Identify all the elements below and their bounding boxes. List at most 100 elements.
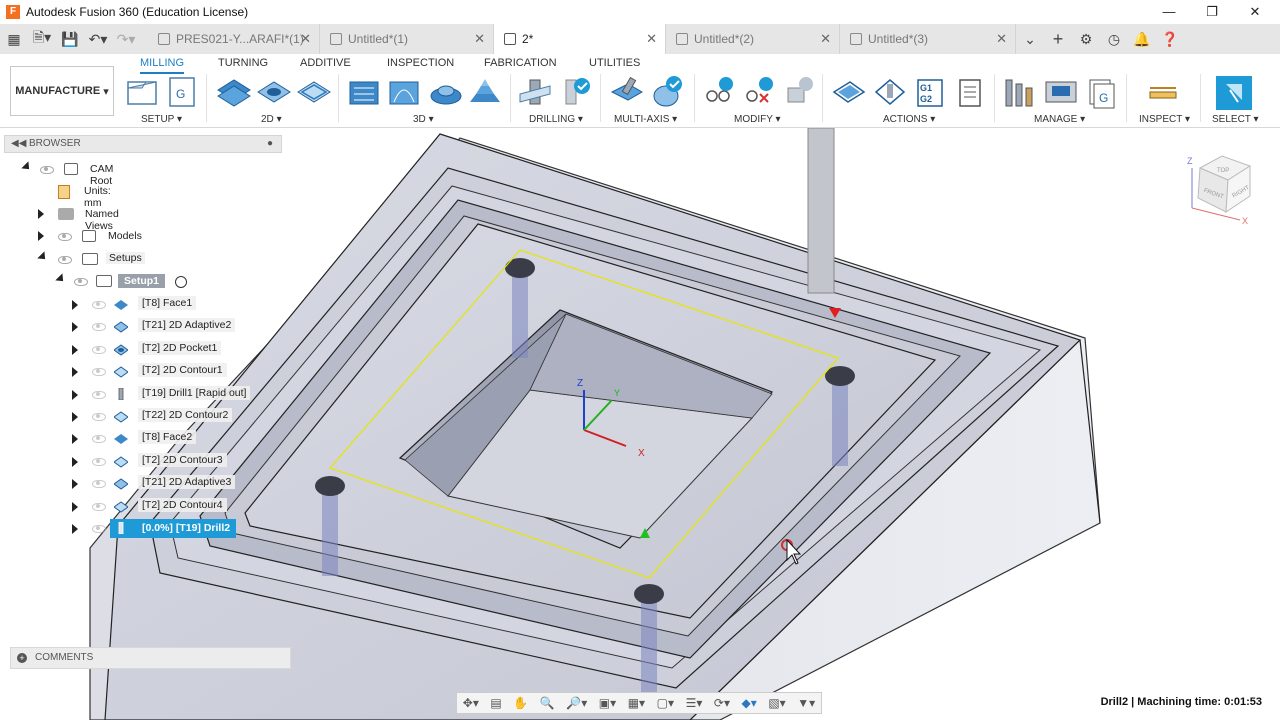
expand-arrow-icon[interactable] xyxy=(38,231,44,241)
group-inspect-dropdown[interactable]: INSPECT ▾ xyxy=(1139,114,1190,125)
expand-arrow-icon[interactable] xyxy=(72,412,78,422)
new-tab-icon[interactable]: + xyxy=(1044,24,1072,54)
drill-icon[interactable] xyxy=(519,79,551,105)
viewports-icon[interactable]: ▢▾ xyxy=(657,696,674,710)
tab-turning[interactable]: TURNING xyxy=(218,57,268,69)
notifications-icon[interactable]: 🔔 xyxy=(1128,24,1156,54)
stock-display-icon[interactable]: ◆▾ xyxy=(742,696,757,710)
visibility-eye-icon[interactable] xyxy=(92,346,106,354)
setup-folder-icon[interactable] xyxy=(127,81,157,105)
expand-arrow-icon[interactable] xyxy=(72,300,78,310)
machine-display-icon[interactable]: ▧▾ xyxy=(768,696,785,710)
toolpath-display-icon[interactable]: ☰▾ xyxy=(686,696,703,710)
2d-contour-icon[interactable] xyxy=(297,81,331,103)
close-tab-icon[interactable]: ✕ xyxy=(300,31,311,47)
visibility-eye-icon[interactable] xyxy=(92,391,106,399)
select-icon[interactable] xyxy=(1216,76,1252,110)
group-manage-dropdown[interactable]: MANAGE ▾ xyxy=(1034,114,1085,125)
pan-icon[interactable]: ✋ xyxy=(513,696,528,710)
close-tab-icon[interactable]: ✕ xyxy=(996,31,1007,47)
display-settings-icon[interactable]: ▣▾ xyxy=(599,696,616,710)
group-actions-dropdown[interactable]: ACTIONS ▾ xyxy=(883,114,935,125)
expand-arrow-icon[interactable] xyxy=(72,434,78,444)
setup-sheet-report-icon[interactable] xyxy=(959,79,981,107)
group-drilling-dropdown[interactable]: DRILLING ▾ xyxy=(529,114,583,125)
app-grid-icon[interactable]: ▦ xyxy=(0,24,28,54)
visibility-eye-icon[interactable] xyxy=(92,480,106,488)
expand-arrow-icon[interactable] xyxy=(72,367,78,377)
expand-arrow-icon[interactable] xyxy=(72,390,78,400)
visibility-eye-icon[interactable] xyxy=(40,166,54,174)
extensions-icon[interactable]: ⚙ xyxy=(1072,24,1100,54)
view-cube[interactable]: TOP FRONT RIGHT Z X xyxy=(1187,155,1252,226)
close-tab-icon[interactable]: ✕ xyxy=(820,31,831,47)
modify-delete-icon[interactable] xyxy=(746,77,773,103)
doc-tab-5[interactable]: Untitled*(3) ✕ xyxy=(840,24,1016,54)
tab-milling[interactable]: MILLING xyxy=(140,57,185,74)
tab-inspection[interactable]: INSPECTION xyxy=(387,57,454,69)
setup-sheet-icon[interactable]: G xyxy=(169,77,195,107)
zoom-window-icon[interactable]: 🔎▾ xyxy=(566,696,587,710)
grid-icon[interactable]: ▦▾ xyxy=(628,696,645,710)
group-select-dropdown[interactable]: SELECT ▾ xyxy=(1212,114,1259,125)
minimize-button[interactable]: — xyxy=(1146,0,1192,24)
2d-pocket-icon[interactable] xyxy=(257,81,291,103)
doc-tab-4[interactable]: Untitled*(2) ✕ xyxy=(666,24,840,54)
multi-axis-rotary-icon[interactable] xyxy=(653,76,682,107)
group-2d-dropdown[interactable]: 2D ▾ xyxy=(261,114,282,125)
multi-axis-swarf-icon[interactable] xyxy=(610,76,644,101)
tab-additive[interactable]: ADDITIVE xyxy=(300,57,351,69)
visibility-eye-icon[interactable] xyxy=(92,368,106,376)
3d-canvas[interactable]: Z Y X TOP FRONT RIGHT Z X xyxy=(0,128,1280,720)
save-icon[interactable]: 💾 xyxy=(56,24,84,54)
3d-adaptive-icon[interactable] xyxy=(349,81,379,105)
expand-arrow-icon[interactable] xyxy=(38,209,44,219)
nc-program-icon[interactable]: G1G2 xyxy=(917,79,943,107)
3d-parallel-icon[interactable] xyxy=(470,79,500,102)
tab-utilities[interactable]: UTILITIES xyxy=(589,57,640,69)
doc-tab-2[interactable]: Untitled*(1) ✕ xyxy=(320,24,494,54)
visibility-eye-icon[interactable] xyxy=(92,458,106,466)
visibility-eye-icon[interactable] xyxy=(92,413,106,421)
post-library-icon[interactable]: G xyxy=(1089,79,1115,109)
minimize-panel-icon[interactable]: ● xyxy=(267,136,273,152)
drill-hole-recognition-icon[interactable] xyxy=(565,78,590,105)
simulate-icon[interactable] xyxy=(832,81,866,103)
undo-icon[interactable]: ↶▾ xyxy=(84,24,112,54)
expand-arrow-icon[interactable] xyxy=(72,524,78,534)
job-status-icon[interactable]: ◷ xyxy=(1100,24,1128,54)
visibility-eye-icon[interactable] xyxy=(92,525,106,533)
visibility-eye-icon[interactable] xyxy=(74,278,88,286)
redo-icon[interactable]: ↷▾ xyxy=(112,24,140,54)
modify-edit-icon[interactable] xyxy=(787,77,813,103)
help-icon[interactable]: ❓ xyxy=(1156,24,1184,54)
file-menu-icon[interactable]: 🗎▾ xyxy=(28,24,56,54)
expand-arrow-icon[interactable] xyxy=(72,502,78,512)
doc-tab-1[interactable]: PRES021-Y...ARAFI*(1) ✕ xyxy=(148,24,320,54)
close-tab-icon[interactable]: ✕ xyxy=(646,31,657,47)
expand-arrow-icon[interactable] xyxy=(72,322,78,332)
visibility-eye-icon[interactable] xyxy=(92,435,106,443)
3d-pocket-icon[interactable] xyxy=(389,81,419,105)
close-tab-icon[interactable]: ✕ xyxy=(474,31,485,47)
browser-header[interactable]: ◀◀ BROWSER ● xyxy=(4,135,282,153)
tab-fabrication[interactable]: FABRICATION xyxy=(484,57,557,69)
expand-arrow-icon[interactable] xyxy=(72,457,78,467)
group-setup-dropdown[interactable]: SETUP ▾ xyxy=(141,114,182,125)
tool-display-icon[interactable]: ▼▾ xyxy=(797,696,815,710)
group-modify-dropdown[interactable]: MODIFY ▾ xyxy=(734,114,781,125)
expand-arrow-icon[interactable] xyxy=(72,479,78,489)
activate-setup-icon[interactable] xyxy=(175,276,187,288)
group-multi-axis-dropdown[interactable]: MULTI-AXIS ▾ xyxy=(614,114,677,125)
2d-face-icon[interactable] xyxy=(217,79,251,107)
restore-button[interactable]: ❐ xyxy=(1189,0,1235,24)
machine-library-icon[interactable] xyxy=(1045,81,1077,103)
3d-contour-icon[interactable] xyxy=(430,85,462,105)
close-window-button[interactable]: ✕ xyxy=(1232,0,1278,24)
expand-arrow-icon[interactable] xyxy=(72,345,78,355)
visibility-eye-icon[interactable] xyxy=(92,503,106,511)
look-at-icon[interactable]: ▤ xyxy=(490,696,501,710)
post-process-icon[interactable] xyxy=(874,79,906,105)
modify-trim-icon[interactable] xyxy=(706,77,733,102)
visibility-eye-icon[interactable] xyxy=(92,301,106,309)
